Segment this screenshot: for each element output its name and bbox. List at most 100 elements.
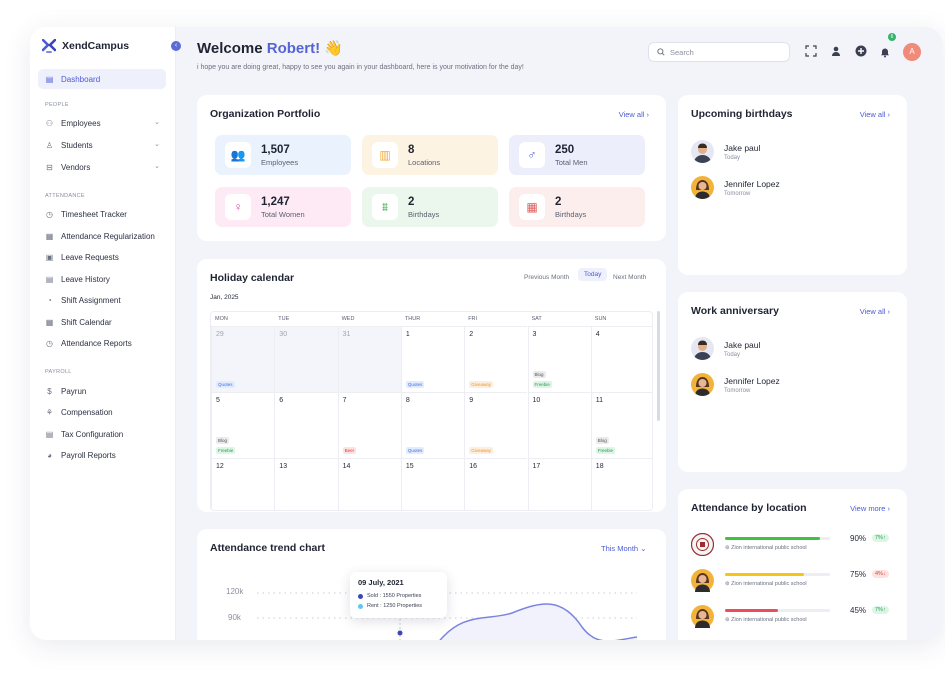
attendance-percent: 45% [850, 606, 867, 615]
event-tag[interactable]: Freebie [216, 447, 236, 454]
stat-tile[interactable]: ▦ 2 Birthdays [509, 187, 645, 227]
calendar-day-cell[interactable]: 14 [337, 458, 401, 510]
sidebar-item-payroll-reports[interactable]: ◕ Payroll Reports [38, 445, 166, 465]
calendar-day-cell[interactable]: 3 Blog Freebie [527, 326, 591, 392]
add-circle-icon[interactable] [854, 45, 868, 59]
change-badge: 4%↓ [872, 570, 889, 578]
user-avatar[interactable]: A [903, 43, 921, 61]
calendar-day-cell[interactable]: 1 Quotes [400, 326, 465, 392]
clock-icon: ◷ [46, 209, 53, 219]
calendar-day-cell[interactable]: 11 Blog Freebie [590, 392, 652, 458]
view-all-link[interactable]: View all › [619, 110, 649, 119]
calendar-day-cell[interactable]: 15 [400, 458, 465, 510]
profile-icon[interactable] [829, 45, 843, 59]
next-month-button[interactable]: Next Month [613, 274, 646, 281]
event-tag[interactable]: Blog [595, 437, 609, 444]
holiday-calendar-card: Holiday calendar Previous Month Today Ne… [197, 259, 666, 512]
calendar-day-cell[interactable]: 10 [527, 392, 591, 458]
sidebar-item-payrun[interactable]: $ Payrun [38, 381, 166, 401]
stat-tile[interactable]: ⩩ 2 Birthdays [362, 187, 498, 227]
sidebar-item-leave-requests[interactable]: ▣ Leave Requests [38, 247, 166, 267]
shift-icon: ◔ [47, 295, 52, 305]
sidebar-item-attendance-reports[interactable]: ◷ Attendance Reports [38, 333, 166, 353]
calendar-day-cell[interactable]: 4 [590, 326, 652, 392]
sidebar-item-dashboard[interactable]: ▤ Dashboard [38, 69, 166, 89]
calendar-day-cell[interactable]: 8 Quotes [400, 392, 465, 458]
event-tag[interactable]: Blog [216, 437, 230, 444]
calendar-day-cell[interactable]: 5 Blog Freebie [211, 392, 275, 458]
event-tag[interactable]: Quotes [405, 381, 425, 388]
bell-icon[interactable] [878, 46, 892, 60]
sidebar-item-timesheet-tracker[interactable]: ◷ Timesheet Tracker [38, 204, 166, 224]
calendar-day-cell[interactable]: 29 Quotes [211, 326, 275, 392]
sidebar-item-employees[interactable]: ⚇ Employees ⌄ [38, 113, 166, 133]
stat-tile[interactable]: ♂ 250 Total Men [509, 135, 645, 175]
sidebar-item-shift-assignment[interactable]: ◔ Shift Assignment [38, 290, 166, 310]
anniversary-person[interactable]: Jennifer Lopez Tomorrow [691, 373, 780, 396]
calendar-day-cell[interactable]: 18 [590, 458, 652, 510]
view-all-link[interactable]: View all › [860, 307, 890, 316]
sidebar-item-tax-configuration[interactable]: ▤ Tax Configuration [38, 424, 166, 444]
location-row[interactable]: ⊚ Zion international public school 45% 7%↑ [691, 605, 891, 631]
sidebar-item-label: Students [61, 140, 93, 150]
view-more-link[interactable]: View more › [850, 504, 890, 513]
calendar-date: 15 [405, 463, 414, 470]
stat-value: 1,247 [261, 195, 290, 208]
page-title: Welcome Robert! 👋 [197, 39, 343, 57]
xendcampus-logo-icon [42, 39, 56, 53]
stat-tile[interactable]: 👥 1,507 Employees [215, 135, 351, 175]
person-name: Jennifer Lopez [724, 178, 780, 189]
calendar-day-cell[interactable]: 13Quotes [274, 458, 338, 510]
sidebar-collapse-button[interactable]: ‹ [171, 41, 181, 51]
tooltip-sold: Sold : 1550 Properties [367, 593, 422, 599]
event-tag[interactable]: Giveaway [469, 447, 493, 454]
event-tag[interactable]: Giveaway [469, 381, 493, 388]
history-icon: ▤ [45, 274, 54, 284]
location-name-text: Zion international public school [731, 545, 807, 551]
calendar-day-cell[interactable]: 12 [211, 458, 275, 510]
hover-point[interactable] [397, 630, 403, 636]
calendar-day-cell[interactable]: 30 [274, 326, 338, 392]
calendar-day-cell[interactable]: 31 [337, 326, 401, 392]
event-tag[interactable]: Quotes [405, 447, 425, 454]
anniversary-person[interactable]: Jake paul Today [691, 337, 760, 360]
previous-month-button[interactable]: Previous Month [524, 274, 569, 281]
event-tag[interactable]: Quotes [216, 381, 235, 388]
calendar-date: 30 [279, 331, 288, 338]
stat-value: 2 [408, 195, 415, 208]
stat-tile[interactable]: ♀ 1,247 Total Women [215, 187, 351, 227]
store-icon: ⊟ [46, 162, 53, 172]
sidebar-item-vendors[interactable]: ⊟ Vendors ⌄ [38, 157, 166, 177]
birthday-person[interactable]: Jake paul Today [691, 140, 760, 163]
calendar-day-cell[interactable]: 7 Beer [337, 392, 401, 458]
birthday-person[interactable]: Jennifer Lopez Tomorrow [691, 176, 780, 199]
sidebar-item-shift-calendar[interactable]: ▦ Shift Calendar [38, 312, 166, 332]
event-tag[interactable]: Freebie [532, 381, 552, 388]
search-input[interactable] [670, 47, 780, 57]
brand[interactable]: XendCampus [42, 39, 129, 53]
calendar-day-cell[interactable]: 2 Giveaway [464, 326, 528, 392]
location-row[interactable]: ⊚ Zion international public school 75% 4%↓ [691, 569, 891, 595]
sidebar-item-attendance-regularization[interactable]: ▦ Attendance Regularization [38, 226, 166, 246]
fullscreen-icon[interactable] [804, 45, 818, 59]
event-tag[interactable]: Blog [532, 371, 546, 378]
sidebar-item-label: Attendance Regularization [61, 231, 155, 241]
location-row[interactable]: ⊚ Zion international public school 90% 7%↑ [690, 532, 891, 559]
event-tag[interactable]: Freebie [595, 447, 616, 454]
calendar-day-cell[interactable]: 9 Giveaway [464, 392, 528, 458]
calendar-scrollbar[interactable] [657, 311, 660, 421]
sidebar-item-leave-history[interactable]: ▤ Leave History [38, 269, 166, 289]
today-button[interactable]: Today [578, 268, 608, 281]
event-tag[interactable]: Beer [342, 447, 357, 454]
view-all-link[interactable]: View all › [860, 110, 890, 119]
calendar-date: 3 [532, 331, 537, 338]
male-icon: ♂ [519, 142, 545, 168]
sidebar-item-compensation[interactable]: ⚘ Compensation [38, 402, 166, 422]
location-name: ⊚ Zion international public school [725, 617, 807, 623]
stat-tile[interactable]: ▥ 8 Locations [362, 135, 498, 175]
calendar-day-cell[interactable]: 16 [464, 458, 528, 510]
sidebar-item-students[interactable]: ♙ Students ⌄ [38, 135, 166, 155]
search-box[interactable] [648, 42, 790, 62]
calendar-day-cell[interactable]: 6 [274, 392, 338, 458]
calendar-day-cell[interactable]: 17Blog [527, 458, 591, 510]
